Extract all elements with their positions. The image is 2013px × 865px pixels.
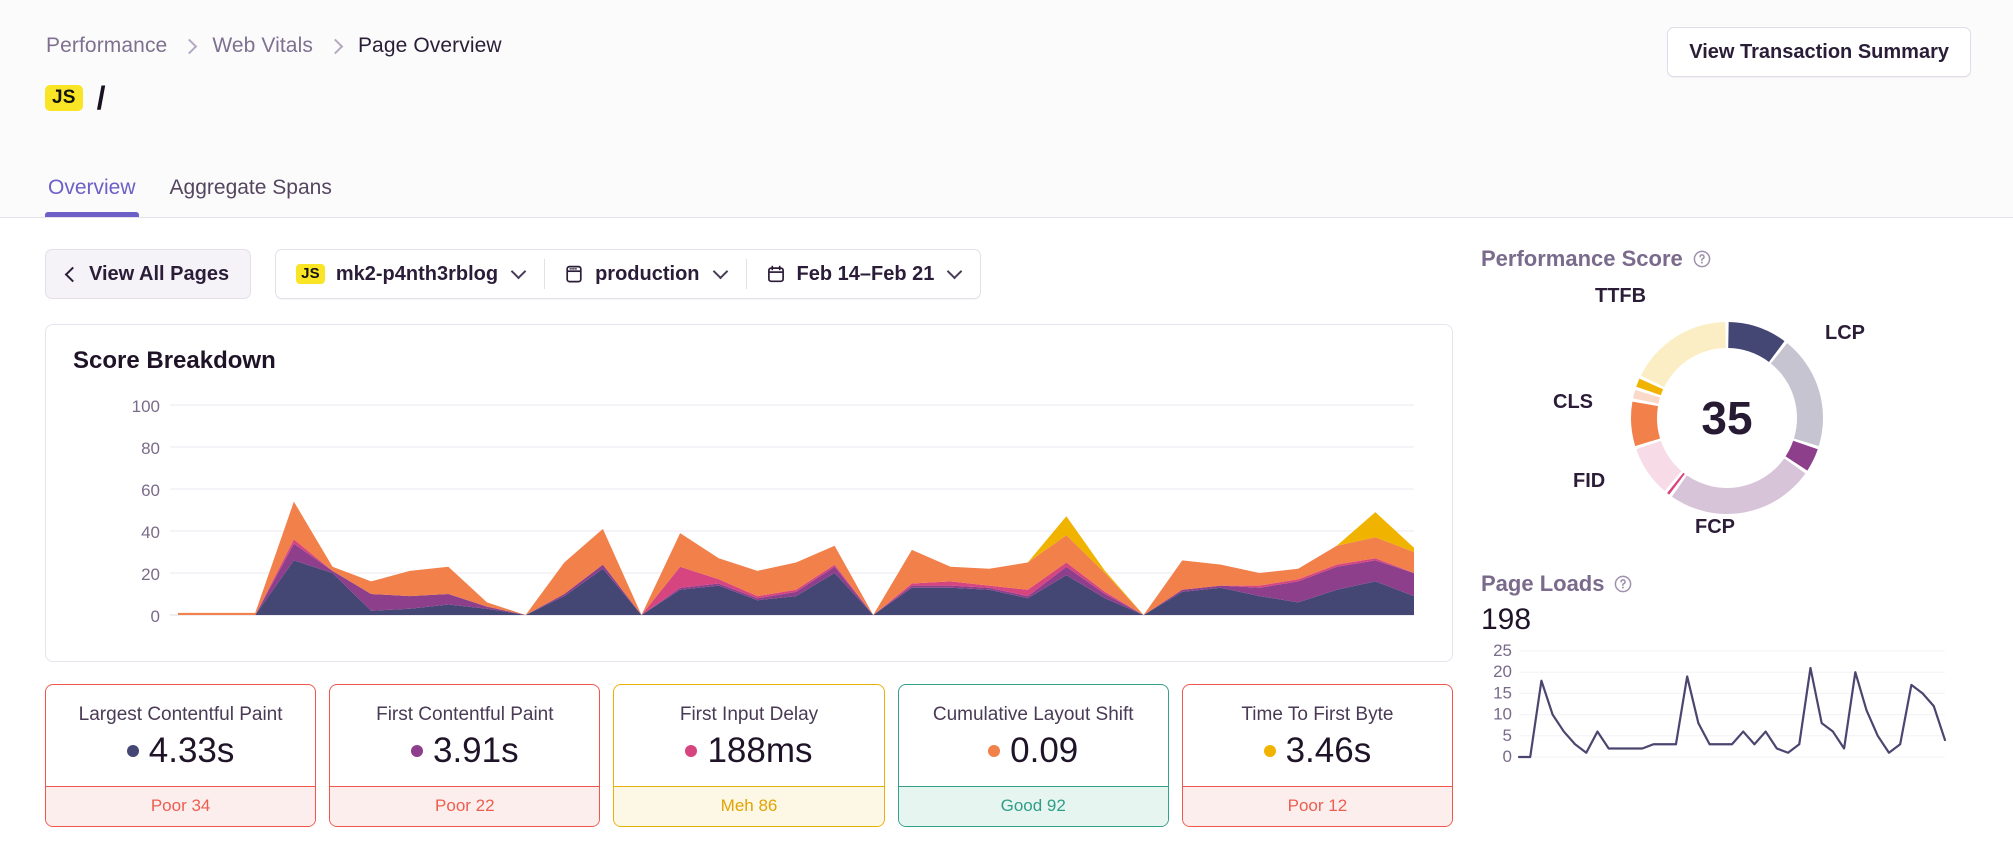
breadcrumb-separator-icon	[182, 37, 198, 56]
chevron-down-icon	[947, 263, 963, 280]
vital-value-row: 0.09	[899, 726, 1168, 786]
chevron-left-icon	[64, 266, 81, 282]
environment-name: production	[595, 262, 700, 285]
svg-text:100: 100	[132, 397, 160, 416]
vital-color-dot	[126, 745, 139, 758]
svg-text:25: 25	[1493, 643, 1512, 660]
vital-value-row: 3.91s	[330, 726, 599, 786]
vital-status-badge: Meh 86	[614, 785, 884, 826]
vital-color-dot	[1263, 745, 1276, 758]
vital-value: 4.33s	[148, 731, 235, 770]
breadcrumb-separator-icon	[327, 37, 344, 56]
svg-text:80: 80	[141, 439, 160, 458]
svg-text:20: 20	[141, 565, 160, 584]
vital-card-fcp[interactable]: First Contentful Paint 3.91s Poor 22	[329, 684, 601, 827]
tab-overview[interactable]: Overview	[45, 176, 139, 217]
vital-status-badge: Poor 22	[330, 785, 600, 826]
calendar-icon	[766, 264, 786, 284]
javascript-platform-badge: JS	[296, 264, 325, 284]
project-selector[interactable]: JS mk2-p4nth3rblog	[276, 250, 544, 298]
page-loads-header: Page Loads	[1481, 571, 1971, 597]
chevron-down-icon	[510, 263, 527, 280]
page-loads-title: Page Loads	[1481, 571, 1605, 596]
performance-score-header: Performance Score	[1481, 246, 1971, 272]
page-root: Performance Web Vitals Page Overview JS …	[0, 0, 2013, 865]
donut-label-cls: CLS	[1553, 391, 1593, 413]
sidebar-column: Performance Score 35 LCP FCP FID CLS TTF…	[1481, 246, 1971, 778]
filter-bar: View All Pages JS mk2-p4nth3rblog produc…	[45, 246, 1453, 302]
score-breakdown-panel: Score Breakdown 0 20 40 60 80 100	[45, 324, 1453, 662]
vital-value: 188ms	[707, 731, 813, 770]
tab-aggregate-spans[interactable]: Aggregate Spans	[167, 176, 335, 217]
vital-card-ttfb[interactable]: Time To First Byte 3.46s Poor 12	[1181, 684, 1454, 827]
score-breakdown-title: Score Breakdown	[73, 347, 276, 374]
web-vitals-row: Largest Contentful Paint 4.33s Poor 34 F…	[45, 684, 1454, 827]
help-circle-icon[interactable]	[1692, 249, 1712, 269]
page-title: /	[96, 80, 106, 116]
view-all-pages-label: View All Pages	[89, 262, 230, 285]
vital-label: Time To First Byte	[1241, 704, 1394, 725]
vital-value: 3.91s	[432, 731, 519, 770]
vital-label: Cumulative Layout Shift	[932, 704, 1134, 725]
donut-label-fid: FID	[1573, 470, 1606, 492]
donut-label-ttfb: TTFB	[1595, 285, 1647, 307]
donut-label-lcp: LCP	[1825, 322, 1865, 344]
svg-text:5: 5	[1503, 726, 1512, 745]
breadcrumb-item-web-vitals[interactable]: Web Vitals	[212, 34, 313, 58]
breadcrumb-item-page-overview: Page Overview	[357, 34, 502, 57]
vital-value-row: 188ms	[614, 726, 883, 786]
page-loads-chart[interactable]: 0 5 10 15 20 25	[1481, 641, 1971, 778]
window-icon	[564, 264, 584, 284]
vital-value: 3.46s	[1285, 731, 1372, 770]
vital-card-fid[interactable]: First Input Delay 188ms Meh 86	[613, 684, 885, 827]
breadcrumb-item-performance[interactable]: Performance	[46, 34, 167, 58]
javascript-platform-badge: JS	[45, 85, 83, 111]
svg-text:60: 60	[141, 481, 160, 500]
vital-card-lcp[interactable]: Largest Contentful Paint 4.33s Poor 34	[45, 684, 317, 827]
svg-text:40: 40	[141, 523, 160, 542]
vital-color-dot	[410, 745, 423, 758]
vital-status-badge: Good 92	[898, 785, 1168, 826]
score-breakdown-chart[interactable]: 0 20 40 60 80 100	[46, 391, 1452, 657]
vital-status-badge: Poor 34	[46, 785, 316, 826]
project-name: mk2-p4nth3rblog	[335, 262, 499, 285]
svg-text:0: 0	[151, 607, 160, 626]
environment-selector[interactable]: production	[544, 250, 745, 298]
filter-group: JS mk2-p4nth3rblog production Feb 14–Feb…	[275, 249, 982, 299]
svg-text:20: 20	[1493, 662, 1512, 681]
vital-value: 0.09	[1010, 731, 1079, 770]
view-all-pages-button[interactable]: View All Pages	[45, 249, 252, 299]
vital-status-badge: Poor 12	[1182, 785, 1453, 826]
vital-color-dot	[685, 745, 698, 758]
vital-label: First Input Delay	[679, 704, 819, 725]
donut-label-fcp: FCP	[1695, 516, 1735, 538]
vital-value-row: 3.46s	[1183, 726, 1452, 786]
vital-value-row: 4.33s	[46, 726, 315, 786]
svg-text:15: 15	[1493, 683, 1512, 702]
page-content: View All Pages JS mk2-p4nth3rblog produc…	[0, 218, 2013, 865]
tab-list: Overview Aggregate Spans	[45, 176, 335, 217]
svg-text:0: 0	[1503, 747, 1512, 766]
help-circle-icon[interactable]	[1613, 574, 1633, 594]
breadcrumb: Performance Web Vitals Page Overview	[46, 34, 502, 58]
view-transaction-summary-button[interactable]: View Transaction Summary	[1667, 27, 1971, 77]
page-loads-count: 198	[1481, 603, 1532, 636]
vital-label: Largest Contentful Paint	[78, 704, 283, 725]
page-title-row: JS /	[45, 82, 106, 114]
performance-score-donut[interactable]: 35 LCP FCP FID CLS TTFB	[1527, 285, 1927, 545]
main-column: View All Pages JS mk2-p4nth3rblog produc…	[45, 246, 1454, 827]
chevron-down-icon	[712, 263, 728, 280]
page-header: Performance Web Vitals Page Overview JS …	[0, 0, 2013, 218]
vital-label: First Contentful Paint	[376, 704, 554, 725]
svg-text:10: 10	[1493, 705, 1512, 724]
date-range-selector[interactable]: Feb 14–Feb 21	[745, 250, 981, 298]
vital-card-cls[interactable]: Cumulative Layout Shift 0.09 Good 92	[897, 684, 1169, 827]
vital-color-dot	[988, 745, 1001, 758]
performance-score-title: Performance Score	[1481, 246, 1683, 271]
date-range-value: Feb 14–Feb 21	[796, 262, 935, 285]
